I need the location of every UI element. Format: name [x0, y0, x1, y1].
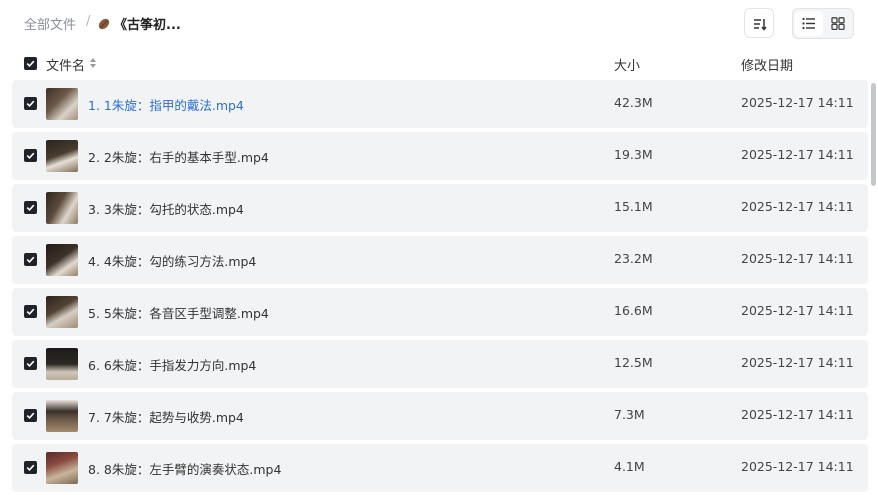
table-row[interactable]: 3. 3朱旋：勾托的状态.mp4 15.1M 2025-12-17 14:11: [12, 184, 868, 232]
table-row[interactable]: 7. 7朱旋：起势与收势.mp4 7.3M 2025-12-17 14:11: [12, 392, 868, 440]
file-name[interactable]: 1. 1朱旋：指甲的戴法.mp4: [88, 95, 244, 114]
breadcrumb-root[interactable]: 全部文件: [24, 14, 76, 33]
grid-view-icon: [831, 17, 845, 30]
file-list: 1. 1朱旋：指甲的戴法.mp4 42.3M 2025-12-17 14:11 …: [0, 80, 878, 495]
file-size: 42.3M: [614, 95, 653, 110]
file-date: 2025-12-17 14:11: [741, 147, 854, 162]
file-size: 23.2M: [614, 251, 653, 266]
file-size: 19.3M: [614, 147, 653, 162]
row-checkbox[interactable]: [24, 97, 37, 110]
row-checkbox[interactable]: [24, 357, 37, 370]
breadcrumb-current: 《古筝初...: [114, 18, 181, 33]
table-header: 文件名 大小 修改日期: [0, 52, 878, 76]
grid-view-button[interactable]: [824, 11, 852, 36]
file-date: 2025-12-17 14:11: [741, 95, 854, 110]
file-size: 16.6M: [614, 303, 653, 318]
video-thumbnail: [46, 244, 78, 276]
row-checkbox[interactable]: [24, 461, 37, 474]
video-thumbnail: [46, 400, 78, 432]
file-date: 2025-12-17 14:11: [741, 407, 854, 422]
row-checkbox[interactable]: [24, 149, 37, 162]
folder-icon: [97, 16, 111, 30]
table-row[interactable]: 1. 1朱旋：指甲的戴法.mp4 42.3M 2025-12-17 14:11: [12, 80, 868, 128]
file-size: 15.1M: [614, 199, 653, 214]
file-date: 2025-12-17 14:11: [741, 355, 854, 370]
table-row[interactable]: 5. 5朱旋：各音区手型调整.mp4 16.6M 2025-12-17 14:1…: [12, 288, 868, 336]
sort-icon: [754, 19, 767, 31]
video-thumbnail: [46, 296, 78, 328]
file-name[interactable]: 2. 2朱旋：右手的基本手型.mp4: [88, 147, 269, 166]
top-bar: 全部文件 / 《古筝初...: [0, 0, 878, 48]
file-name[interactable]: 4. 4朱旋：勾的练习方法.mp4: [88, 251, 256, 270]
video-thumbnail: [46, 452, 78, 484]
file-date: 2025-12-17 14:11: [741, 303, 854, 318]
list-view-icon: [802, 17, 815, 30]
header-size[interactable]: 大小: [614, 55, 640, 74]
scrollbar[interactable]: [870, 80, 878, 495]
table-row[interactable]: 2. 2朱旋：右手的基本手型.mp4 19.3M 2025-12-17 14:1…: [12, 132, 868, 180]
row-checkbox[interactable]: [24, 201, 37, 214]
row-checkbox[interactable]: [24, 305, 37, 318]
sort-arrows-icon[interactable]: [89, 57, 97, 69]
video-thumbnail: [46, 192, 78, 224]
breadcrumb-separator: /: [86, 14, 91, 29]
row-checkbox[interactable]: [24, 253, 37, 266]
file-date: 2025-12-17 14:11: [741, 199, 854, 214]
list-view-button[interactable]: [795, 11, 823, 36]
file-name[interactable]: 6. 6朱旋：手指发力方向.mp4: [88, 355, 256, 374]
video-thumbnail: [46, 348, 78, 380]
file-name[interactable]: 5. 5朱旋：各音区手型调整.mp4: [88, 303, 269, 322]
scrollbar-thumb[interactable]: [871, 83, 876, 186]
file-date: 2025-12-17 14:11: [741, 459, 854, 474]
view-toggle: [792, 8, 854, 39]
video-thumbnail: [46, 140, 78, 172]
video-thumbnail: [46, 88, 78, 120]
file-size: 7.3M: [614, 407, 645, 422]
row-checkbox[interactable]: [24, 409, 37, 422]
file-name[interactable]: 8. 8朱旋：左手臂的演奏状态.mp4: [88, 459, 281, 478]
file-size: 4.1M: [614, 459, 645, 474]
select-all-checkbox[interactable]: [24, 57, 37, 70]
file-date: 2025-12-17 14:11: [741, 251, 854, 266]
table-row[interactable]: 4. 4朱旋：勾的练习方法.mp4 23.2M 2025-12-17 14:11: [12, 236, 868, 284]
header-name[interactable]: 文件名: [46, 55, 85, 74]
file-name[interactable]: 7. 7朱旋：起势与收势.mp4: [88, 407, 244, 426]
file-name[interactable]: 3. 3朱旋：勾托的状态.mp4: [88, 199, 244, 218]
header-date[interactable]: 修改日期: [741, 55, 793, 74]
table-row[interactable]: 6. 6朱旋：手指发力方向.mp4 12.5M 2025-12-17 14:11: [12, 340, 868, 388]
table-row[interactable]: 8. 8朱旋：左手臂的演奏状态.mp4 4.1M 2025-12-17 14:1…: [12, 444, 868, 492]
sort-button[interactable]: [744, 8, 774, 38]
file-size: 12.5M: [614, 355, 653, 370]
